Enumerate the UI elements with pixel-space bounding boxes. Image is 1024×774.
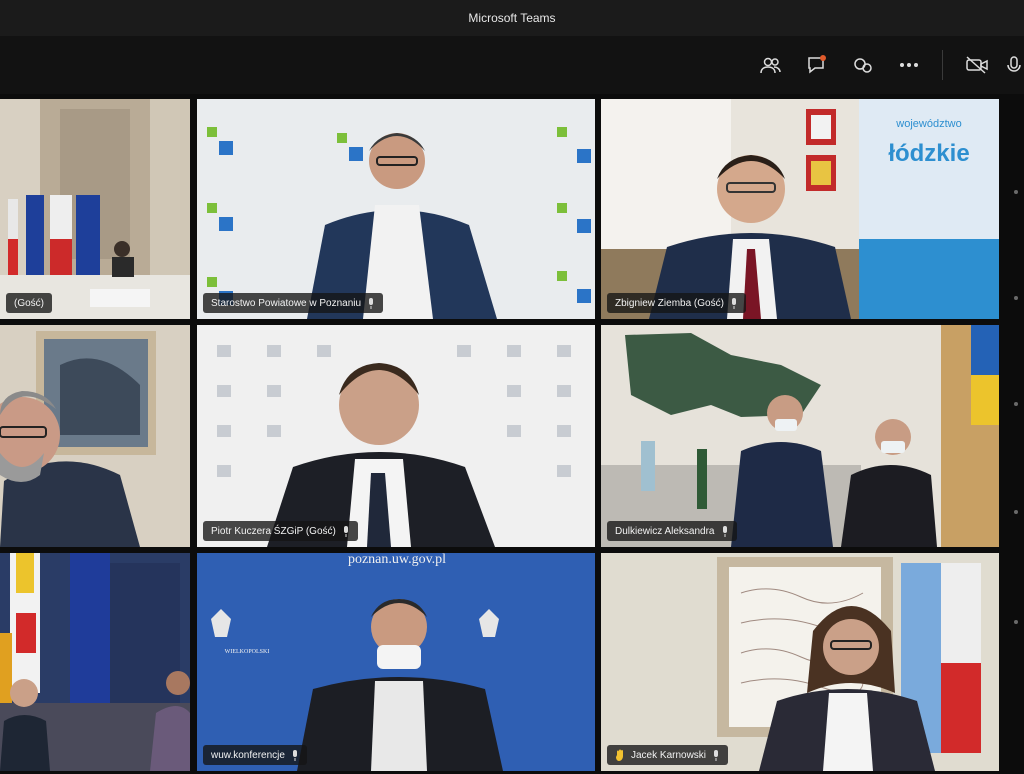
participant-name: (Gość): [14, 297, 44, 309]
mic-icon: [731, 297, 736, 309]
backdrop-url: poznan.uw.gov.pl: [348, 553, 446, 567]
meeting-toolbar: [0, 36, 1024, 94]
video-tile[interactable]: Jacek Karnowski: [601, 553, 999, 771]
title-bar: Microsoft Teams: [0, 0, 1024, 36]
participant-name: Jacek Karnowski: [631, 749, 707, 761]
video-tile[interactable]: Dulkiewicz Aleksandra: [601, 325, 999, 547]
participant-name: Starostwo Powiatowe w Poznaniu: [211, 297, 362, 309]
participant-name: Zbigniew Ziemba (Gość): [615, 297, 724, 309]
video-feed: [0, 99, 190, 319]
participant-label: Starostwo Powiatowe w Poznaniu: [203, 293, 384, 313]
video-feed: [0, 325, 190, 547]
more-icon[interactable]: [892, 48, 926, 82]
participant-label: (Gość): [6, 293, 52, 313]
window-title: Microsoft Teams: [468, 11, 556, 25]
participant-label: Zbigniew Ziemba (Gość): [607, 293, 746, 313]
participant-name: wuw.konferencje: [211, 749, 285, 761]
banner-text: województwo: [895, 118, 961, 130]
side-dot: [1014, 296, 1018, 300]
video-tile[interactable]: (Gość): [0, 99, 190, 319]
video-tile[interactable]: [0, 553, 190, 771]
participants-icon[interactable]: [754, 48, 788, 82]
participant-label: Piotr Kuczera ŚZGiP (Gość): [203, 521, 358, 541]
chat-icon[interactable]: [800, 48, 834, 82]
video-feed: [0, 553, 190, 771]
participant-label: Jacek Karnowski: [607, 745, 729, 765]
video-feed: województwo łódzkie: [601, 99, 999, 319]
video-tile[interactable]: [0, 325, 190, 547]
video-feed: [601, 553, 999, 771]
mic-icon: [369, 297, 374, 309]
video-feed: [601, 325, 999, 547]
camera-off-icon[interactable]: [960, 48, 994, 82]
video-tile[interactable]: Piotr Kuczera ŚZGiP (Gość): [197, 325, 595, 547]
mic-icon: [722, 525, 727, 537]
participant-label: Dulkiewicz Aleksandra: [607, 521, 737, 541]
video-feed: [197, 99, 595, 319]
reactions-icon[interactable]: [846, 48, 880, 82]
side-dot: [1014, 510, 1018, 514]
side-panel-edge: [1008, 100, 1024, 774]
side-dot: [1014, 190, 1018, 194]
video-tile[interactable]: poznan.uw.gov.pl WIELKOPOLSKI wuw.konfer…: [197, 553, 595, 771]
video-tile[interactable]: Starostwo Powiatowe w Poznaniu: [197, 99, 595, 319]
toolbar-divider: [942, 50, 943, 80]
raised-hand-icon: [616, 749, 623, 761]
mic-icon: [292, 749, 297, 761]
side-dot: [1014, 402, 1018, 406]
mic-icon: [714, 749, 719, 761]
banner-title: łódzkie: [888, 140, 969, 167]
video-feed: [197, 325, 595, 547]
mic-icon[interactable]: [1004, 48, 1024, 82]
video-tile[interactable]: województwo łódzkie Zbigniew Ziemba (Goś…: [601, 99, 999, 319]
participant-label: wuw.konferencje: [203, 745, 307, 765]
video-feed: poznan.uw.gov.pl WIELKOPOLSKI: [197, 553, 595, 771]
backdrop-small-text: WIELKOPOLSKI: [225, 649, 270, 655]
side-dot: [1014, 620, 1018, 624]
mic-icon: [343, 525, 348, 537]
participant-name: Piotr Kuczera ŚZGiP (Gość): [211, 525, 336, 537]
participant-name: Dulkiewicz Aleksandra: [615, 525, 715, 537]
